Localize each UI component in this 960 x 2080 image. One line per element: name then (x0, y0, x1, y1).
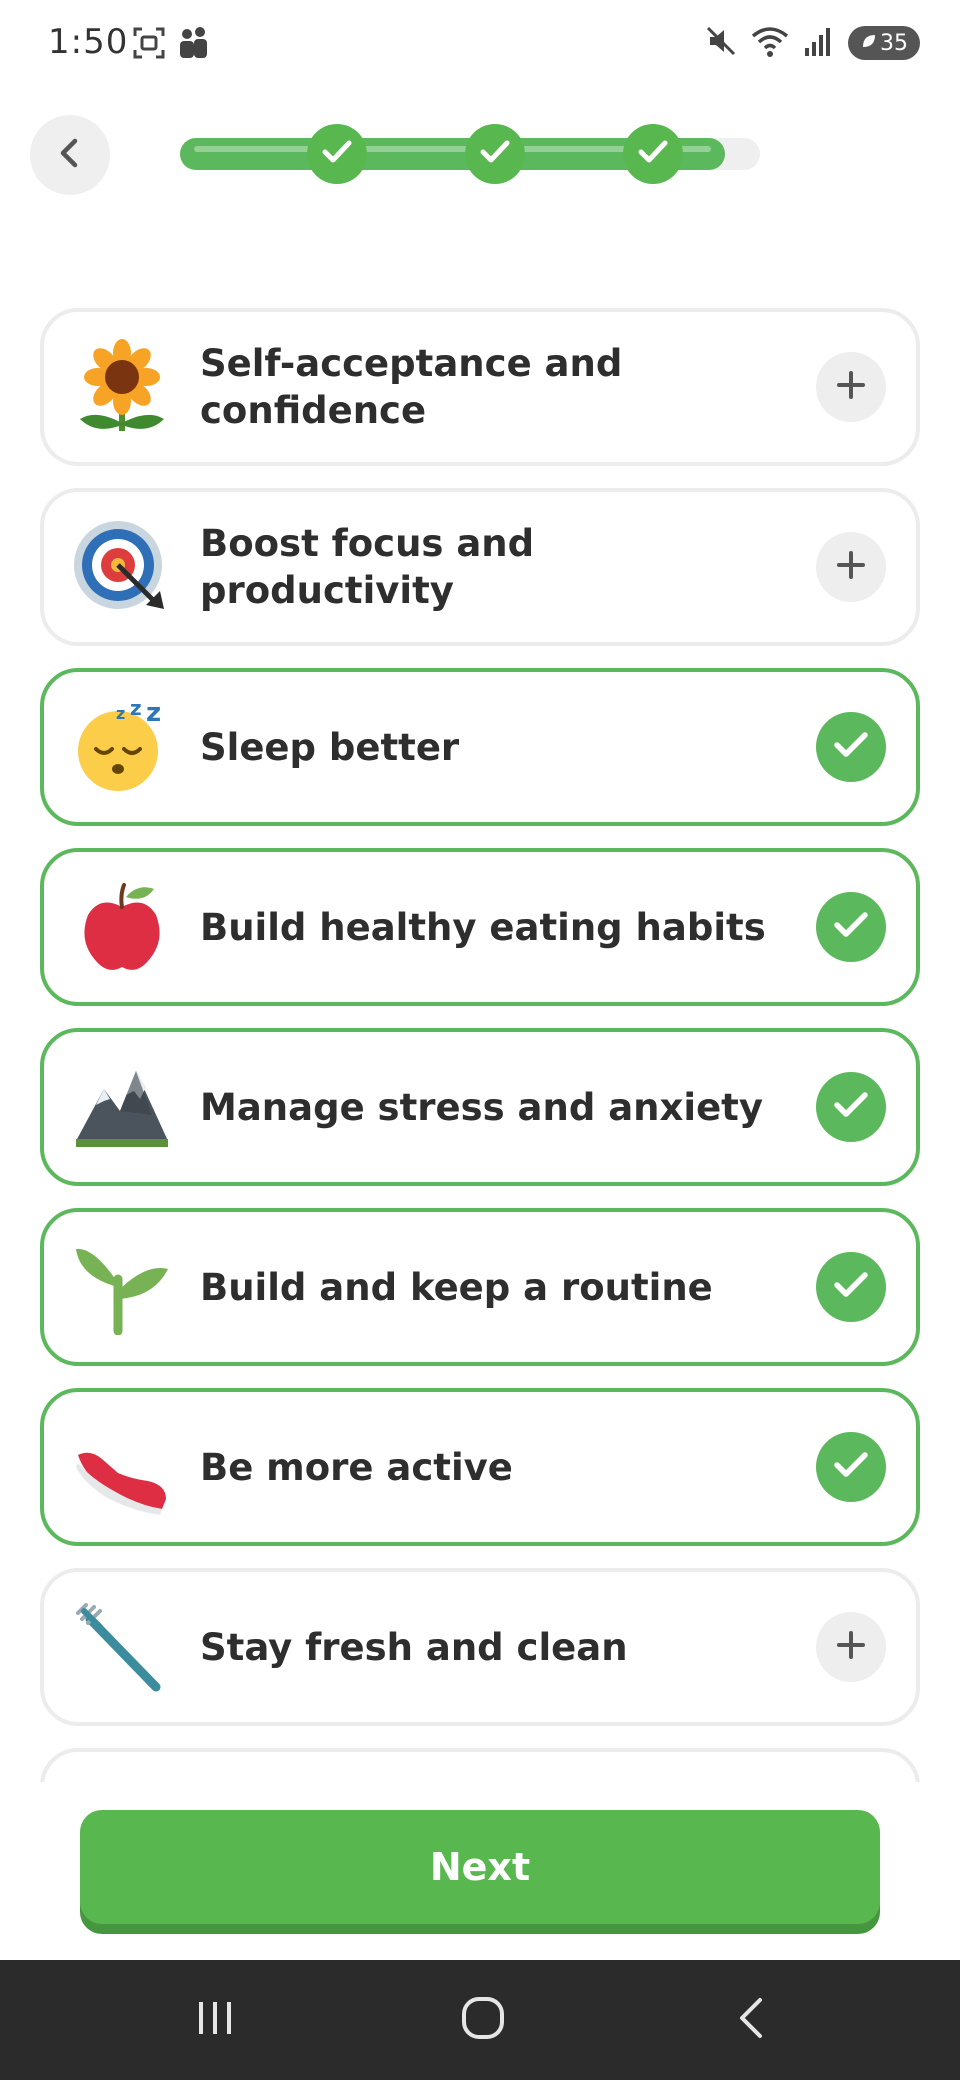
recent-apps-icon (193, 1998, 237, 2042)
home-icon (459, 1994, 507, 2046)
goal-label: Boost focus and productivity (200, 522, 535, 612)
sneaker-icon (74, 1419, 170, 1515)
mountain-icon (74, 1059, 170, 1155)
sunflower-icon (74, 339, 170, 435)
goal-selected-checkmark[interactable] (816, 892, 886, 962)
plus-icon (836, 1630, 866, 1664)
seedling-icon (74, 1239, 170, 1335)
goal-selected-checkmark[interactable] (816, 1432, 886, 1502)
goal-selected-checkmark[interactable] (816, 1252, 886, 1322)
goal-label: Self-acceptance and confidence (200, 342, 623, 432)
goal-option-routine[interactable]: Build and keep a routine (40, 1208, 920, 1366)
goal-list[interactable]: Self-acceptance and confidence Boost foc… (40, 308, 920, 1782)
apple-icon (74, 879, 170, 975)
chevron-left-icon (55, 136, 85, 174)
check-icon (832, 909, 870, 945)
goal-option-self-acceptance[interactable]: Self-acceptance and confidence (40, 308, 920, 466)
back-button[interactable] (30, 115, 110, 195)
mute-icon (704, 24, 738, 62)
add-goal-button[interactable] (816, 532, 886, 602)
goal-option-fresh[interactable]: Stay fresh and clean (40, 1568, 920, 1726)
goal-option-next-partial[interactable] (40, 1748, 920, 1782)
system-back-button[interactable] (722, 1990, 782, 2050)
back-arrow-icon (734, 1996, 770, 2044)
add-goal-button[interactable] (816, 352, 886, 422)
battery-indicator: 35 (848, 26, 920, 60)
status-time: 1:50 (48, 22, 129, 62)
battery-saver-icon (860, 31, 878, 56)
signal-icon (802, 24, 836, 62)
goal-label: Manage stress and anxiety (200, 1085, 763, 1129)
svg-text:z: z (116, 704, 125, 723)
goal-label: Build healthy eating habits (200, 905, 766, 949)
progress-step-2 (465, 124, 525, 184)
goal-label: Sleep better (200, 725, 460, 769)
system-nav-bar (0, 1960, 960, 2080)
recent-apps-button[interactable] (185, 1990, 245, 2050)
goal-option-focus[interactable]: Boost focus and productivity (40, 488, 920, 646)
progress-step-1 (307, 124, 367, 184)
home-button[interactable] (453, 1990, 513, 2050)
status-bar: 1:50 35 (0, 0, 960, 90)
svg-text:z: z (146, 699, 161, 728)
goal-option-active[interactable]: Be more active (40, 1388, 920, 1546)
sleeping-face-icon: z z z (74, 699, 170, 795)
plus-icon (836, 550, 866, 584)
goal-label: Stay fresh and clean (200, 1625, 628, 1669)
check-icon (320, 137, 354, 171)
target-icon (74, 519, 170, 615)
check-icon (832, 729, 870, 765)
check-icon (832, 1269, 870, 1305)
goal-selected-checkmark[interactable] (816, 1072, 886, 1142)
toothbrush-icon (74, 1599, 170, 1695)
progress-step-3 (623, 124, 683, 184)
goal-option-stress[interactable]: Manage stress and anxiety (40, 1028, 920, 1186)
svg-text:z: z (130, 699, 142, 720)
goal-label: Be more active (200, 1445, 513, 1489)
goal-option-sleep[interactable]: z z z Sleep better (40, 668, 920, 826)
people-icon (176, 26, 210, 64)
check-icon (636, 137, 670, 171)
wifi-icon (750, 24, 790, 62)
check-icon (832, 1449, 870, 1485)
check-icon (478, 137, 512, 171)
progress-bar (180, 124, 760, 184)
goal-selected-checkmark[interactable] (816, 712, 886, 782)
goal-label: Build and keep a routine (200, 1265, 713, 1309)
check-icon (832, 1089, 870, 1125)
add-goal-button[interactable] (816, 1612, 886, 1682)
goal-option-eating[interactable]: Build healthy eating habits (40, 848, 920, 1006)
plus-icon (836, 370, 866, 404)
battery-level: 35 (880, 30, 908, 56)
screenshot-icon (132, 26, 166, 64)
next-button[interactable]: Next (80, 1810, 880, 1924)
